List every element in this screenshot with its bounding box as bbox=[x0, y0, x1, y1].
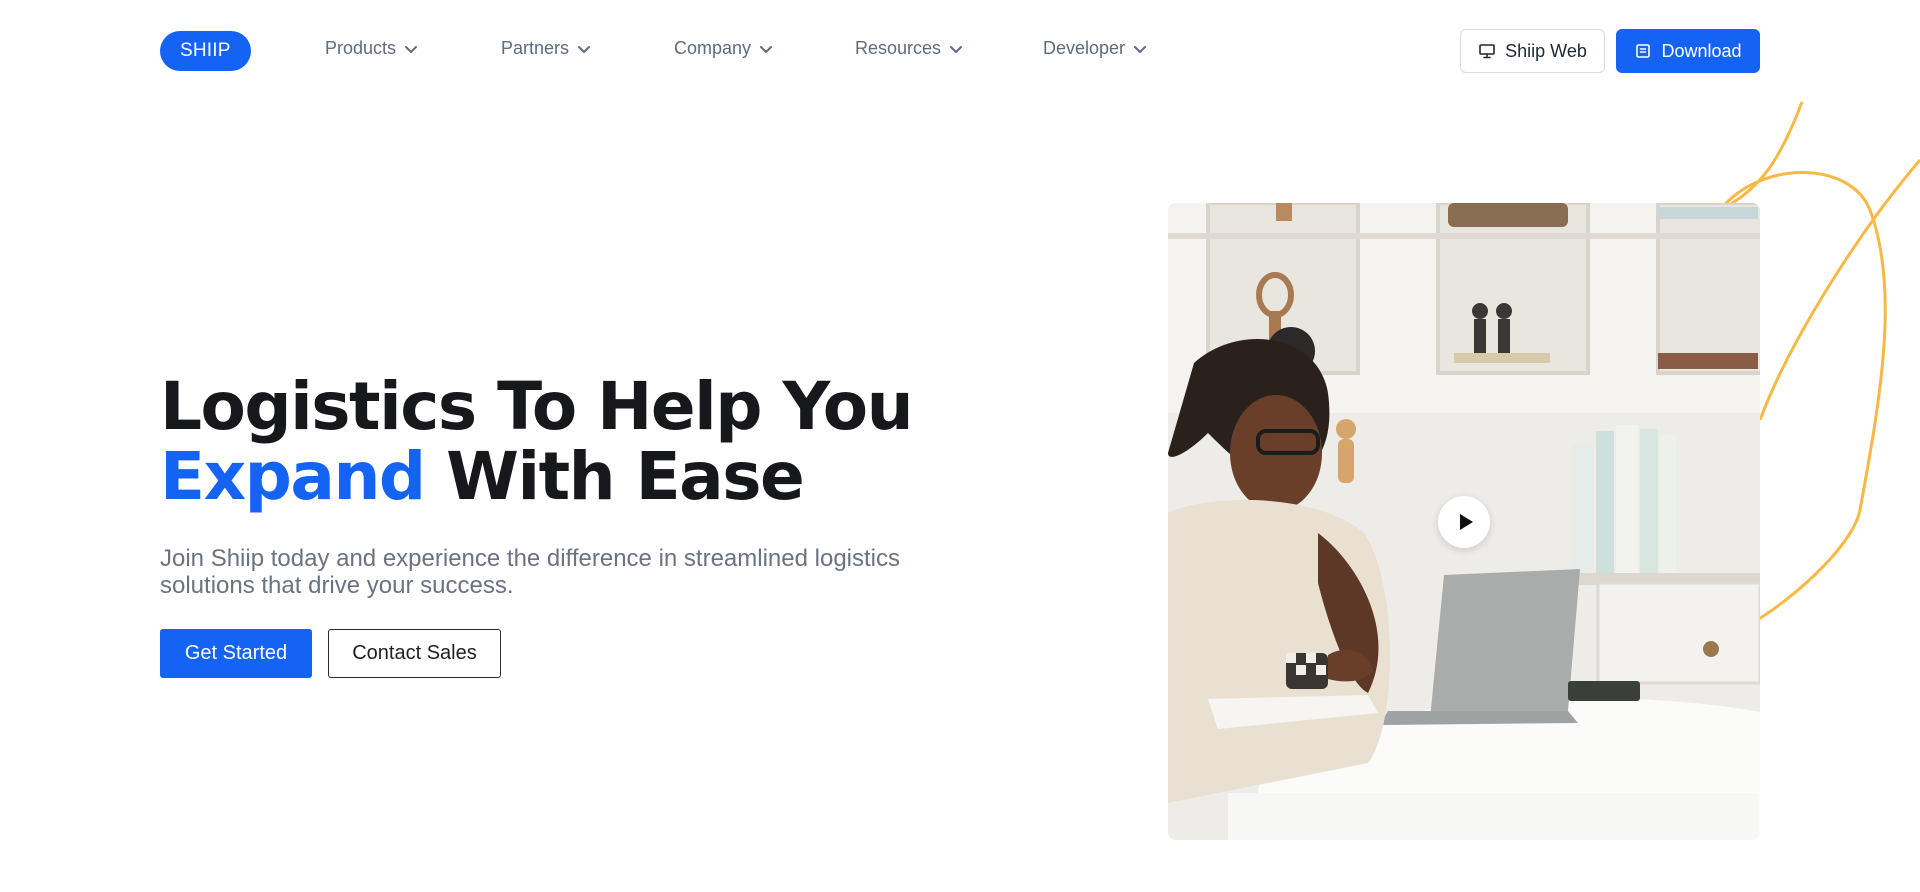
contact-sales-button[interactable]: Contact Sales bbox=[328, 629, 501, 678]
get-started-button[interactable]: Get Started bbox=[160, 629, 312, 678]
nav-item-partners[interactable]: Partners bbox=[501, 38, 592, 59]
nav-item-developer[interactable]: Developer bbox=[1043, 38, 1148, 59]
nav-item-company[interactable]: Company bbox=[674, 38, 774, 59]
nav-item-label: Products bbox=[325, 38, 397, 58]
chevron-down-icon bbox=[948, 41, 964, 57]
chevron-down-icon bbox=[576, 41, 592, 57]
chevron-down-icon bbox=[758, 41, 774, 57]
download-icon bbox=[1634, 42, 1652, 60]
nav-item-label: Developer bbox=[1043, 38, 1126, 58]
shiip-web-button[interactable]: Shiip Web bbox=[1460, 29, 1605, 73]
chevron-down-icon bbox=[1132, 41, 1148, 57]
hero-subtitle: Join Shiip today and experience the diff… bbox=[160, 545, 900, 599]
hero-video-thumbnail[interactable] bbox=[1168, 203, 1760, 840]
hero-headline: Logistics To Help You Expand With Ease bbox=[160, 372, 980, 512]
play-icon bbox=[1453, 512, 1476, 532]
top-navigation: SHIIP Products Partners Company Resource… bbox=[0, 0, 1920, 102]
nav-item-label: Company bbox=[674, 38, 752, 58]
headline-accent-word: Expand bbox=[160, 438, 426, 515]
download-button[interactable]: Download bbox=[1616, 29, 1760, 73]
nav-item-label: Partners bbox=[501, 38, 570, 58]
headline-rest: With Ease bbox=[446, 438, 805, 515]
chevron-down-icon bbox=[403, 41, 419, 57]
shiip-logo[interactable]: SHIIP bbox=[160, 31, 251, 71]
nav-item-products[interactable]: Products bbox=[325, 38, 419, 59]
shiip-web-label: Shiip Web bbox=[1505, 40, 1587, 61]
monitor-icon bbox=[1478, 42, 1496, 60]
headline-line-1: Logistics To Help You bbox=[160, 368, 914, 445]
download-label: Download bbox=[1661, 40, 1742, 61]
nav-item-resources[interactable]: Resources bbox=[855, 38, 964, 59]
nav-item-label: Resources bbox=[855, 38, 942, 58]
play-video-button[interactable] bbox=[1438, 496, 1490, 548]
